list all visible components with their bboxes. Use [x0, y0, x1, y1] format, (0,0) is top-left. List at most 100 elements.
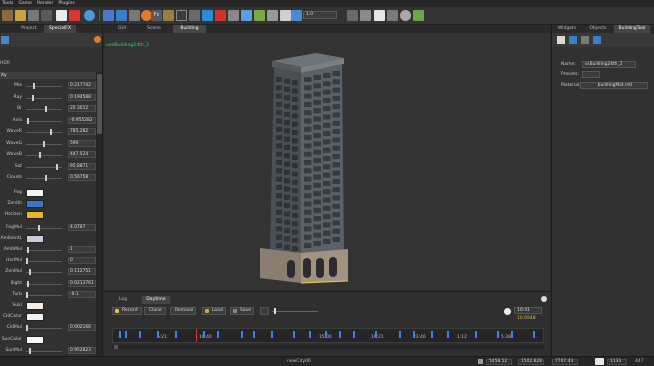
property-slider-track[interactable]: [26, 283, 62, 285]
color-swatch[interactable]: [26, 301, 44, 310]
property-value-field[interactable]: 0.952823: [68, 346, 96, 354]
load-button[interactable]: Load: [202, 307, 226, 315]
property-slider-thumb[interactable]: [26, 325, 28, 332]
light-icon[interactable]: [280, 10, 291, 21]
no-entry-icon[interactable]: [215, 10, 226, 21]
material-field[interactable]: buildingMat.mtl: [580, 82, 648, 89]
color-swatch[interactable]: [26, 188, 44, 197]
globe-icon[interactable]: [84, 10, 95, 21]
properties-icon[interactable]: [1, 36, 9, 44]
property-slider-thumb[interactable]: [38, 152, 41, 158]
coord-y[interactable]: 1502.828: [518, 359, 544, 365]
keyframe-marker[interactable]: [353, 331, 355, 338]
tab-project[interactable]: Project: [14, 25, 44, 33]
keyframe-marker[interactable]: [203, 331, 205, 338]
cursor-icon[interactable]: [103, 10, 114, 21]
property-value-field[interactable]: 0.112751: [68, 268, 96, 276]
property-slider-thumb[interactable]: [26, 258, 28, 265]
property-slider-track[interactable]: [26, 328, 62, 330]
remove-button[interactable]: Remove: [170, 307, 196, 315]
keyframe-marker[interactable]: [253, 331, 255, 338]
menu-game[interactable]: Game: [18, 1, 32, 6]
3d-viewport[interactable]: uedBuilding24th_2: [104, 33, 550, 290]
keyframe-marker[interactable]: [125, 331, 127, 338]
menu-render[interactable]: Render: [37, 1, 53, 6]
keyframe-marker[interactable]: [293, 331, 295, 338]
keyframe-marker[interactable]: [339, 331, 341, 338]
keyframe-marker[interactable]: [325, 331, 327, 338]
color-swatch[interactable]: [26, 234, 44, 243]
keyframe-marker[interactable]: [271, 331, 273, 338]
tab-building[interactable]: Building: [173, 25, 206, 33]
property-value-field[interactable]: 0.217742: [68, 82, 96, 89]
time-slider-left-button[interactable]: [260, 307, 269, 315]
grid-snap-icon[interactable]: [189, 10, 200, 21]
keyframe-marker[interactable]: [157, 331, 159, 338]
keyframe-marker[interactable]: [217, 331, 219, 338]
timeline-scrollbar[interactable]: [112, 345, 544, 349]
building-model[interactable]: [104, 33, 550, 290]
property-slider-track[interactable]: [26, 132, 62, 133]
property-slider-track[interactable]: [26, 350, 62, 352]
keyframe-marker[interactable]: [399, 331, 401, 338]
tab-buildingtool[interactable]: BuildingTool: [614, 25, 650, 33]
menu-tools[interactable]: Tools: [2, 1, 13, 6]
property-slider-track[interactable]: [26, 261, 62, 263]
record-icon[interactable]: [69, 10, 80, 21]
help-icon[interactable]: [400, 10, 411, 21]
property-value-field[interactable]: 590: [68, 139, 96, 147]
coord-x[interactable]: 5458.52: [486, 359, 512, 365]
page-icon[interactable]: [56, 10, 67, 21]
property-value-field[interactable]: 0.56758: [68, 174, 96, 181]
keyframe-marker[interactable]: [375, 331, 377, 338]
keyframe-marker[interactable]: [119, 331, 121, 338]
camera-icon[interactable]: [176, 10, 187, 21]
property-slider-thumb[interactable]: [44, 106, 47, 112]
tab-log[interactable]: Log: [114, 296, 132, 304]
keyframe-marker[interactable]: [175, 331, 177, 338]
keyframe-marker[interactable]: [139, 331, 141, 338]
keyframe-marker[interactable]: [241, 331, 243, 338]
document-icon[interactable]: [374, 10, 385, 21]
property-value-field[interactable]: -0.955282: [68, 116, 96, 124]
vegetation-icon[interactable]: [254, 10, 265, 21]
open-folder-icon[interactable]: [15, 10, 26, 21]
camera-icon[interactable]: [595, 358, 604, 365]
property-value-field[interactable]: 0: [68, 257, 96, 265]
settings-icon[interactable]: [557, 36, 565, 44]
scale-icon[interactable]: [129, 10, 140, 21]
property-slider-thumb[interactable]: [26, 280, 29, 287]
property-slider-thumb[interactable]: [37, 224, 40, 231]
help-icon[interactable]: [94, 36, 101, 43]
keyframe-marker[interactable]: [413, 331, 415, 338]
property-slider-thumb[interactable]: [26, 291, 28, 298]
keyframe-marker[interactable]: [511, 331, 513, 338]
tab-gui[interactable]: GUI: [112, 25, 132, 33]
keyframe-marker[interactable]: [475, 331, 477, 338]
property-slider-track[interactable]: [26, 227, 62, 229]
property-value-field[interactable]: 20.3012: [68, 105, 96, 112]
dock-collapse-icon[interactable]: [541, 296, 547, 302]
color-swatch[interactable]: [26, 335, 44, 344]
shadow-icon[interactable]: [291, 10, 302, 21]
stats-icon[interactable]: [387, 10, 398, 21]
group-header[interactable]: ity: [0, 72, 96, 79]
tab-daytime[interactable]: Daytime: [142, 296, 170, 304]
property-value-field[interactable]: -0.1: [68, 290, 96, 298]
property-slider-thumb[interactable]: [29, 269, 32, 276]
property-slider-thumb[interactable]: [33, 83, 36, 89]
grid-icon[interactable]: [41, 10, 52, 21]
grid-view-icon[interactable]: [593, 36, 601, 44]
snap-icon[interactable]: [347, 10, 358, 21]
property-slider-track[interactable]: [26, 97, 62, 99]
play-icon[interactable]: [413, 10, 424, 21]
property-slider-thumb[interactable]: [49, 129, 52, 135]
time-slider-track[interactable]: [272, 311, 318, 312]
tab-left-first[interactable]: [0, 25, 14, 33]
menu-plugins[interactable]: Plugins: [58, 1, 74, 6]
time-value[interactable]: 10:41: [514, 307, 542, 314]
save-icon[interactable]: [28, 10, 39, 21]
property-slider-thumb[interactable]: [55, 163, 58, 170]
tab-objects[interactable]: Objects: [584, 25, 612, 33]
sky-icon[interactable]: [241, 10, 252, 21]
